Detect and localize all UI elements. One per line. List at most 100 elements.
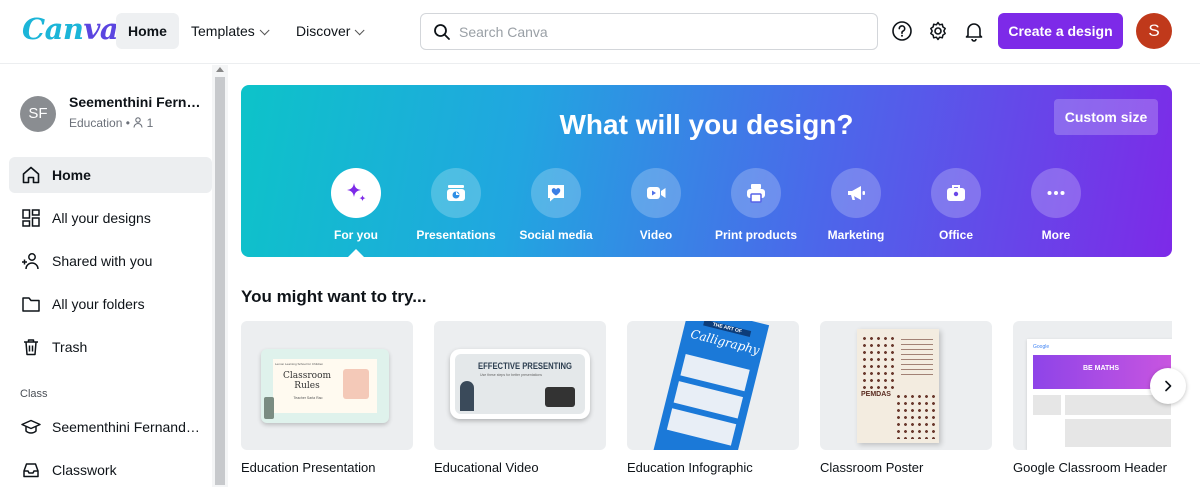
briefcase-icon [947, 185, 965, 201]
card-title: Education Infographic [627, 460, 753, 475]
sidebar-item-label: Seementhini Fernandes's Class [52, 419, 202, 435]
thumb-text: EFFECTIVE PRESENTING [478, 361, 572, 371]
thumb-sub: Use these steps for better presentations [480, 373, 543, 377]
suggestions-title: You might want to try... [241, 287, 427, 306]
top-bar: Canva Home Templates Discover Create a d… [0, 0, 1200, 64]
search-icon [434, 24, 450, 40]
nav-home[interactable]: Home [116, 13, 179, 49]
graduation-cap-icon [21, 419, 41, 434]
class-heading: Class [20, 388, 48, 400]
megaphone-icon [848, 186, 865, 200]
suggestion-card-classroom-poster[interactable]: PEMDAS Classroom Poster [820, 321, 992, 475]
card-thumbnail: PEMDAS [820, 321, 992, 450]
sidebar-item-label: All your folders [52, 296, 145, 312]
card-title: Educational Video [434, 460, 539, 475]
folder-icon [22, 297, 40, 312]
thumb-text: Classroom Rules [283, 371, 332, 391]
chevron-right-icon [1165, 380, 1172, 392]
grid-icon [22, 209, 40, 227]
bell-icon[interactable] [963, 20, 985, 42]
category-label: Marketing [827, 228, 885, 242]
sidebar-item-label: Shared with you [52, 253, 153, 269]
category-label: For you [334, 228, 378, 242]
team-avatar[interactable]: SF [20, 96, 56, 132]
thumb-sub: Teacher Sarla Rao [293, 396, 323, 400]
sparkle-icon [347, 183, 366, 202]
person-icon [133, 117, 143, 128]
suggestion-card-educational-video[interactable]: EFFECTIVE PRESENTING Use these steps for… [434, 321, 606, 475]
sidebar-item-label: Classwork [52, 462, 117, 478]
thumb-caption: Lemon Learning School for Children [275, 362, 324, 366]
create-design-button[interactable]: Create a design [998, 13, 1123, 49]
printer-icon [747, 184, 765, 203]
category-video[interactable]: Video [606, 168, 706, 242]
sidebar-item-class[interactable]: Seementhini Fernandes's Class [9, 409, 212, 445]
category-presentations[interactable]: Presentations [406, 168, 506, 242]
category-label: Social media [519, 228, 593, 242]
sidebar: SF Seementhini Fernandes Education • 1 H… [0, 65, 212, 487]
card-thumbnail: THE ART OF Calligraphy [627, 321, 799, 450]
category-label: Print products [714, 228, 797, 242]
nav-templates-label: Templates [191, 23, 255, 39]
shared-icon [22, 253, 39, 270]
sidebar-item-folders[interactable]: All your folders [9, 286, 212, 322]
thumb-text: BE MATHS [1083, 365, 1120, 372]
hero-banner: What will you design? Custom size For yo… [241, 85, 1172, 257]
card-title: Classroom Poster [820, 460, 924, 475]
suggestion-card-education-presentation[interactable]: Lemon Learning School for Children Class… [241, 321, 413, 475]
home-icon [22, 166, 40, 184]
card-thumbnail: EFFECTIVE PRESENTING Use these steps for… [434, 321, 606, 450]
nav-home-label: Home [128, 23, 167, 39]
sidebar-item-home[interactable]: Home [9, 157, 212, 193]
category-label: Office [938, 228, 973, 242]
card-thumbnail: Lemon Learning School for Children Class… [241, 321, 413, 450]
suggestion-card-education-infographic[interactable]: THE ART OF Calligraphy Education Infogra… [627, 321, 799, 475]
card-title: Education Presentation [241, 460, 376, 475]
presentation-icon [447, 185, 465, 201]
category-office[interactable]: Office [906, 168, 1006, 242]
custom-size-button[interactable]: Custom size [1054, 99, 1158, 135]
help-icon[interactable] [891, 20, 913, 42]
selected-category-pointer [348, 249, 364, 257]
thumb-text: PEMDAS [861, 391, 891, 398]
sidebar-item-shared[interactable]: Shared with you [9, 243, 212, 279]
category-label: More [1041, 228, 1071, 242]
more-icon [1047, 191, 1065, 195]
sidebar-item-label: Home [52, 167, 91, 183]
user-avatar[interactable]: S [1136, 13, 1172, 49]
category-for-you[interactable]: For you [306, 168, 406, 242]
sidebar-item-trash[interactable]: Trash [9, 329, 212, 365]
chevron-down-icon [259, 25, 270, 36]
search-input[interactable] [459, 14, 859, 49]
nav-discover[interactable]: Discover [284, 13, 373, 49]
card-title: Google Classroom Header [1013, 460, 1167, 475]
profile-team: Education [69, 116, 123, 130]
thumb-sub: Google [1033, 344, 1050, 350]
hero-title: What will you design? [559, 109, 854, 140]
sidebar-item-classwork[interactable]: Classwork [9, 452, 212, 487]
sidebar-item-all-designs[interactable]: All your designs [9, 200, 212, 236]
heart-chat-icon [548, 185, 564, 202]
scroll-thumb[interactable] [215, 77, 225, 485]
carousel-edge [1172, 320, 1200, 487]
sidebar-item-label: All your designs [52, 210, 151, 226]
sidebar-scrollbar[interactable] [212, 65, 228, 487]
profile-members: 1 [146, 116, 154, 130]
category-more[interactable]: More [1006, 168, 1106, 242]
search-box [420, 13, 878, 50]
nav-templates[interactable]: Templates [179, 13, 278, 49]
category-print-products[interactable]: Print products [706, 168, 806, 242]
trash-icon [24, 339, 38, 356]
canva-logo[interactable]: Canva [22, 12, 119, 46]
carousel-next-button[interactable] [1150, 368, 1186, 404]
profile-name[interactable]: Seementhini Fernandes [69, 94, 203, 110]
category-marketing[interactable]: Marketing [806, 168, 906, 242]
scroll-up-arrow[interactable] [216, 67, 224, 72]
profile-subtitle: Education • 1 [69, 116, 154, 130]
inbox-icon [23, 463, 39, 478]
video-icon [647, 187, 666, 199]
settings-icon[interactable] [927, 20, 949, 42]
category-label: Video [639, 228, 673, 242]
category-social-media[interactable]: Social media [506, 168, 606, 242]
nav-discover-label: Discover [296, 23, 351, 39]
